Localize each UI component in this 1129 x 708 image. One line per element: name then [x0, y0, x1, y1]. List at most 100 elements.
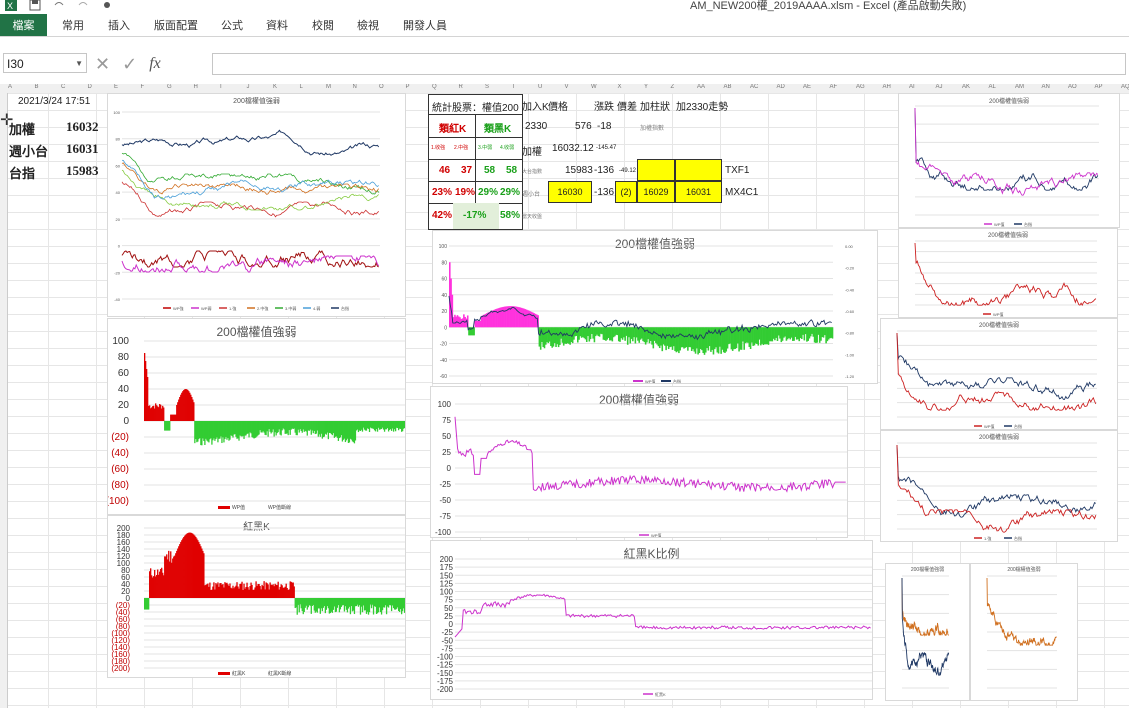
legend-label: 2.中強	[257, 305, 268, 311]
column-header[interactable]: K	[273, 84, 277, 90]
chart-r1[interactable]: 200檔權值強弱 WP值 台指	[898, 93, 1120, 228]
tab-review[interactable]: 校閱	[312, 17, 334, 33]
tab-home[interactable]: 常用	[62, 17, 84, 33]
tick-label: -1.00	[845, 352, 855, 357]
chart-r2[interactable]: 200檔權值強弱 WP值	[898, 228, 1118, 318]
column-header[interactable]: Q	[432, 84, 437, 90]
tab-page-layout[interactable]: 版面配置	[154, 17, 198, 33]
tick-label: -0.40	[845, 287, 855, 292]
tab-file[interactable]: 檔案	[0, 14, 47, 36]
formula-input[interactable]	[212, 53, 1126, 75]
insert-function-icon[interactable]: fx	[149, 55, 161, 73]
legend-label: 台指	[1014, 535, 1022, 541]
chart-c6[interactable]: 紅黑K比例 200 175 150 125 100 75 50 25 0 -25 -50 -75 -10…	[430, 540, 873, 700]
column-header[interactable]: W	[591, 84, 597, 90]
series-line	[896, 332, 1096, 400]
column-header[interactable]: AO	[1068, 84, 1077, 90]
column-header[interactable]: Z	[671, 84, 675, 90]
legend-swatch	[218, 672, 230, 675]
name-box[interactable]: I30 ▼	[3, 53, 87, 73]
column-header[interactable]: AB	[724, 84, 732, 90]
tab-data[interactable]: 資料	[266, 17, 288, 33]
column-header[interactable]: T	[512, 84, 516, 90]
column-header[interactable]: I	[220, 84, 222, 90]
row3-diff: -49.12	[619, 168, 637, 174]
column-header[interactable]: AH	[883, 84, 891, 90]
column-header[interactable]: F	[141, 84, 145, 90]
chart-c2[interactable]: 200檔權值強弱 100806040200(20)(40)(60)(80)(10…	[107, 318, 406, 515]
series-line	[121, 181, 379, 218]
chart-s2[interactable]: 200檔權值強弱	[970, 563, 1078, 701]
chart-c4[interactable]: 200檔權值強弱 100 80 60 40 20 0 -20 -40 -60 0.00 -0.20-…	[432, 230, 878, 384]
window-title: AM_NEW200權_2019AAAA.xlsm - Excel (產品啟動失敗…	[690, 0, 967, 12]
tick-label: 40	[116, 190, 121, 195]
column-header[interactable]: AG	[856, 84, 865, 90]
chart-c5[interactable]: 200檔權值強弱 100 75 50 25 0 -25 -50 -75 -100 WP值	[430, 386, 848, 538]
tab-view[interactable]: 檢視	[357, 17, 379, 33]
column-header[interactable]: H	[194, 84, 198, 90]
column-header[interactable]: J	[247, 84, 250, 90]
column-header[interactable]: Y	[644, 84, 648, 90]
column-header[interactable]: AP	[1095, 84, 1103, 90]
chart-r4[interactable]: 200檔權值強弱 1.強 台指	[880, 430, 1118, 542]
chart-c1[interactable]: 200檔權值強弱 100 80 60 40 20 0 -20 -40 WP強 WP弱 1.強 2.中強…	[107, 93, 406, 317]
column-header[interactable]: V	[565, 84, 569, 90]
column-header[interactable]: AK	[962, 84, 970, 90]
column-header[interactable]: U	[538, 84, 542, 90]
column-header[interactable]: AM	[1015, 84, 1024, 90]
column-header[interactable]: AA	[697, 84, 705, 90]
column-header[interactable]: B	[35, 84, 39, 90]
tab-formulas[interactable]: 公式	[221, 17, 243, 33]
chart-r3[interactable]: 200檔權值強弱 WP值 台指	[880, 318, 1118, 430]
chevron-down-icon[interactable]: ▼	[75, 54, 83, 74]
save-icon[interactable]	[28, 0, 42, 12]
tick-label: -0.20	[845, 266, 855, 271]
summary-green: 58%	[500, 210, 521, 221]
header-change: 漲跌	[594, 102, 614, 113]
column-header[interactable]: AC	[750, 84, 758, 90]
tick-label: 60	[118, 368, 130, 379]
column-header[interactable]: AI	[909, 84, 915, 90]
column-header[interactable]: AD	[777, 84, 785, 90]
row4-label: 週小台	[522, 192, 541, 198]
column-header[interactable]: D	[88, 84, 92, 90]
column-header[interactable]: C	[61, 84, 65, 90]
bar-mark	[403, 421, 405, 429]
column-header[interactable]: A	[8, 84, 12, 90]
title-bar: X AM_NEW200權_2019AAAA.xlsm - Excel (產品啟動…	[0, 0, 1129, 14]
undo-icon[interactable]	[52, 0, 66, 12]
index-label-futures: 台指	[9, 166, 36, 181]
column-header[interactable]: AL	[989, 84, 996, 90]
column-header[interactable]: N	[353, 84, 357, 90]
column-header[interactable]: R	[459, 84, 463, 90]
column-header[interactable]: M	[326, 84, 331, 90]
chart-s1[interactable]: 200檔權值強弱	[885, 563, 970, 701]
tab-insert[interactable]: 插入	[108, 17, 130, 33]
tick-label: 40	[118, 384, 130, 395]
bar-mark	[169, 421, 171, 431]
tick-label: -0.60	[845, 309, 855, 314]
tab-developer[interactable]: 開發人員	[403, 17, 447, 33]
column-header[interactable]: AQ	[1121, 84, 1129, 90]
column-header[interactable]: AE	[803, 84, 811, 90]
column-header[interactable]: S	[485, 84, 489, 90]
cancel-icon[interactable]: ✕	[95, 54, 110, 75]
legend-label: WP強	[173, 305, 183, 311]
column-header[interactable]: G	[167, 84, 172, 90]
count-3: 58	[484, 165, 496, 176]
column-header[interactable]: AJ	[936, 84, 943, 90]
quick-access-toolbar: X	[4, 0, 114, 12]
chart-c3[interactable]: 紅黑K 200 180 160 140 120 100 80 60 40 20 0 (20) (40)(…	[107, 515, 406, 678]
redo-icon[interactable]	[76, 0, 90, 12]
column-header[interactable]: L	[300, 84, 303, 90]
column-header[interactable]: E	[114, 84, 118, 90]
column-header[interactable]: P	[406, 84, 410, 90]
column-header[interactable]: AN	[1042, 84, 1050, 90]
enter-icon[interactable]: ✓	[122, 54, 137, 75]
column-header[interactable]: X	[618, 84, 622, 90]
column-header[interactable]: AF	[830, 84, 838, 90]
column-header[interactable]: O	[379, 84, 384, 90]
chart-plot: WP值	[914, 240, 1097, 317]
series-line	[896, 332, 1097, 412]
touch-mode-icon[interactable]	[100, 0, 114, 12]
